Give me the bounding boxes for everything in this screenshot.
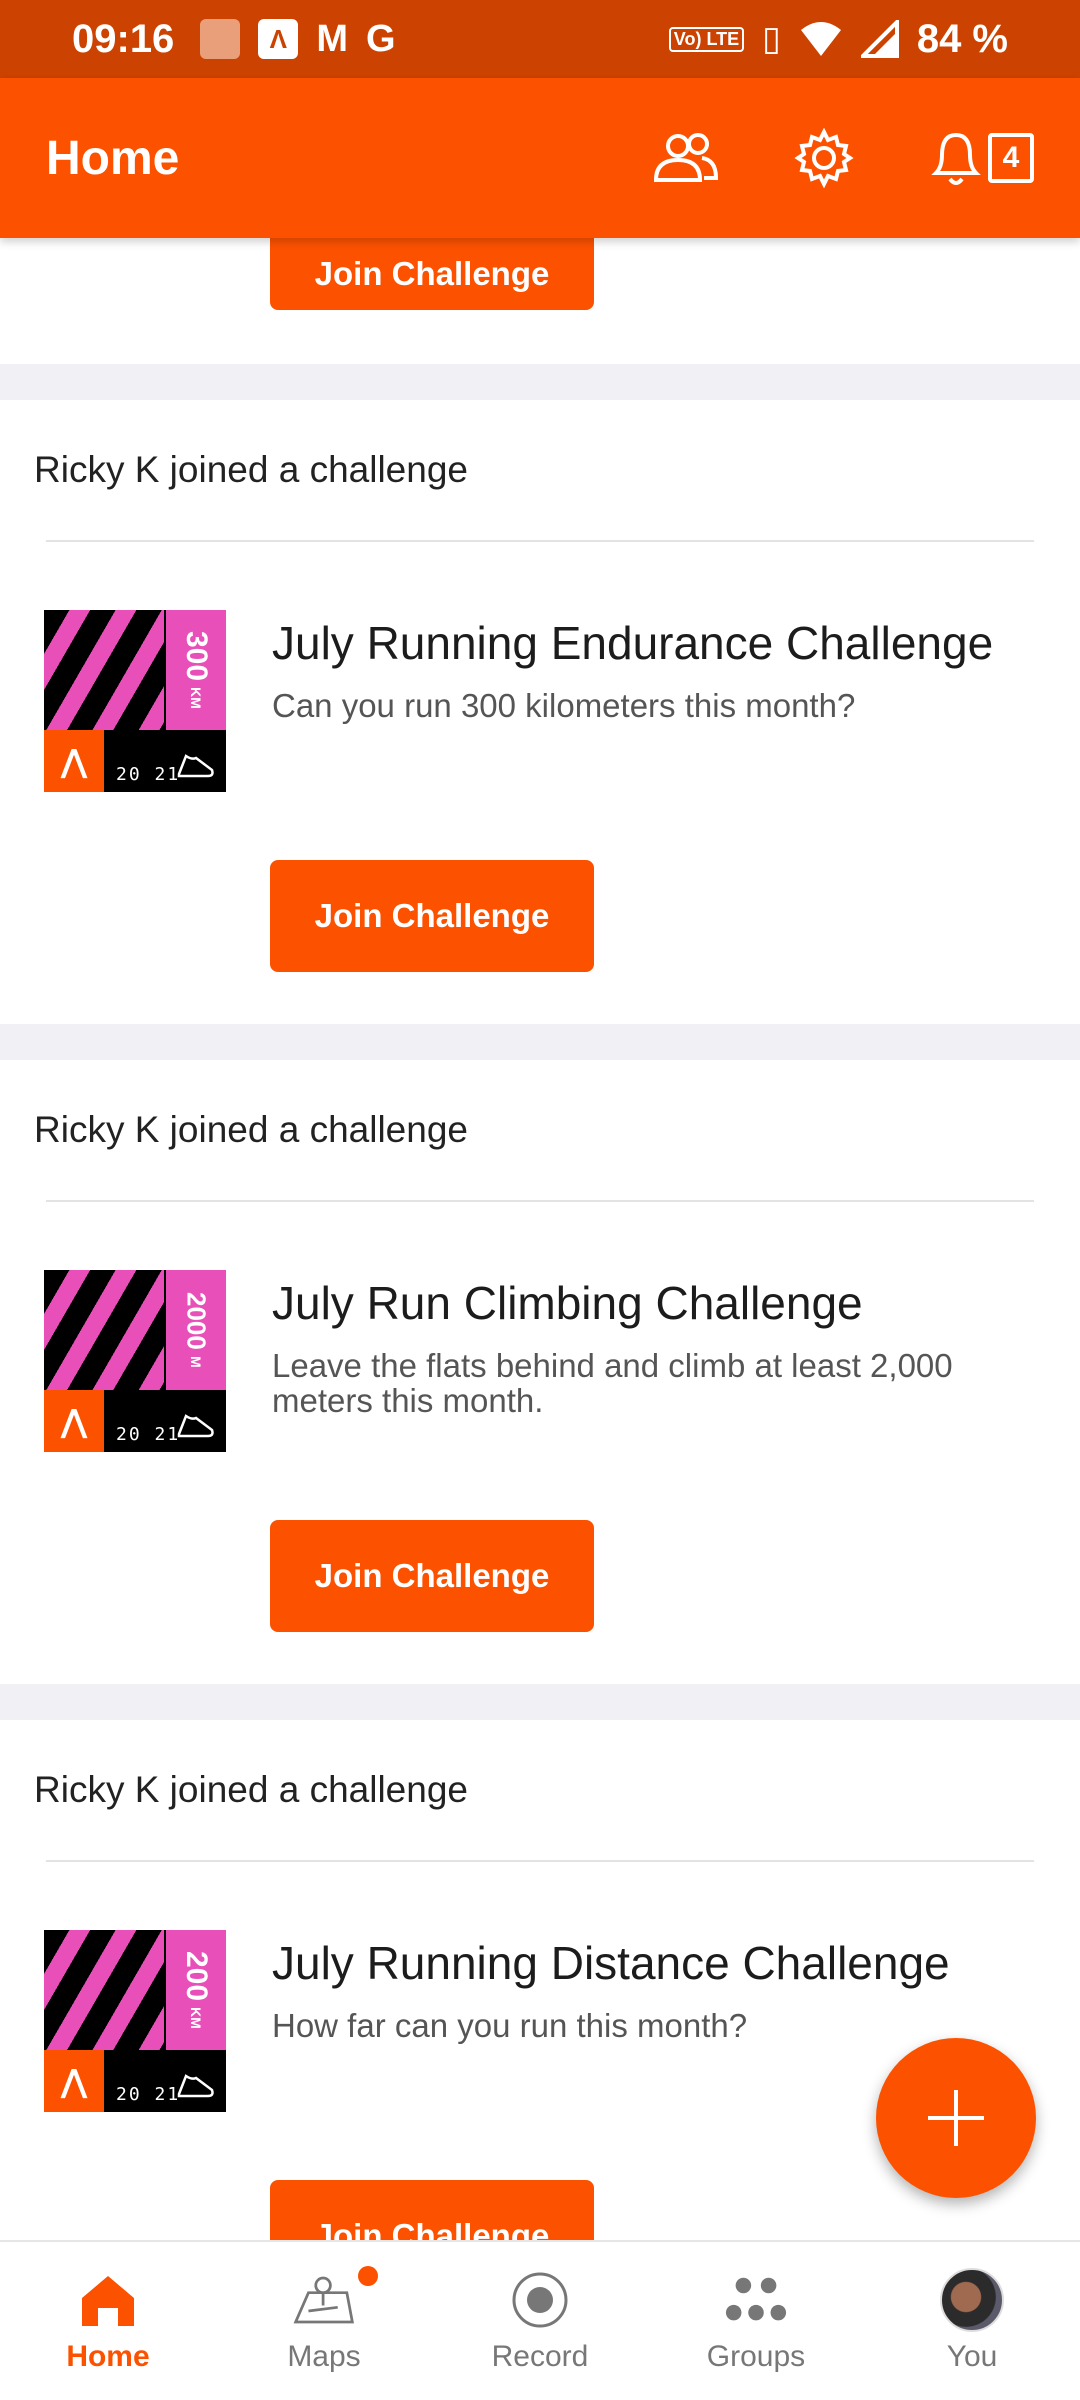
challenge-badge[interactable]: 2000 M ⋀ 20 21	[44, 1270, 226, 1452]
record-icon	[512, 2272, 568, 2328]
status-bar: 09:16 Λ M G Vo) LTE ▯ 84 %	[0, 0, 1080, 78]
nav-you[interactable]: You	[864, 2242, 1080, 2400]
badge-value: 2000	[181, 1292, 212, 1351]
clock: 09:16	[72, 16, 175, 61]
battery-level: 84 %	[916, 16, 1008, 61]
shoe-icon	[177, 754, 214, 778]
notifications-button[interactable]: 4	[928, 127, 1034, 189]
nav-groups[interactable]: Groups	[648, 2242, 864, 2400]
activity-feed[interactable]: Join Challenge Ricky K joined a challeng…	[0, 238, 1080, 2240]
strava-logo-icon: ⋀	[44, 730, 104, 792]
groups-icon	[725, 2277, 787, 2321]
badge-value: 300	[180, 631, 213, 682]
challenge-description: How far can you run this month?	[272, 2007, 748, 2045]
nav-label: Maps	[287, 2340, 361, 2373]
badge-value: 200	[180, 1951, 213, 2002]
notification-icons: Λ M G	[200, 17, 396, 61]
challenge-description: Leave the flats behind and climb at leas…	[272, 1347, 953, 1419]
google-icon: G	[365, 17, 396, 60]
stack-icon	[200, 19, 241, 59]
settings-button[interactable]	[790, 124, 858, 192]
friends-button[interactable]	[652, 124, 720, 192]
card-header: Ricky K joined a challenge	[34, 1109, 468, 1150]
wifi-icon	[800, 22, 841, 56]
plus-icon	[928, 2090, 984, 2146]
notification-count-badge: 4	[988, 133, 1034, 183]
nav-home[interactable]: Home	[0, 2242, 216, 2400]
nav-record[interactable]: Record	[432, 2242, 648, 2400]
nav-label: You	[946, 2340, 998, 2373]
challenge-title[interactable]: July Run Climbing Challenge	[272, 1276, 1040, 1331]
challenge-badge[interactable]: 300 KM ⋀ 20 21	[44, 610, 226, 792]
challenge-title[interactable]: July Running Endurance Challenge	[272, 616, 993, 671]
new-indicator-dot	[358, 2266, 378, 2286]
nav-maps[interactable]: Maps	[216, 2242, 432, 2400]
join-challenge-button[interactable]: Join Challenge	[270, 238, 594, 310]
join-challenge-button[interactable]: Join Challenge	[270, 860, 594, 972]
people-icon	[653, 133, 719, 182]
nav-label: Record	[491, 2340, 589, 2373]
bell-icon	[931, 132, 981, 185]
badge-unit: KM	[188, 2007, 204, 2029]
nav-label: Home	[66, 2340, 150, 2373]
card-header: Ricky K joined a challenge	[34, 1769, 468, 1810]
shoe-icon	[177, 2074, 214, 2098]
vibrate-icon: ▯	[762, 20, 781, 58]
badge-year: 20 21	[116, 1424, 181, 1445]
app-bar: Home 4	[0, 78, 1080, 238]
badge-unit: KM	[188, 687, 204, 709]
challenge-title[interactable]: July Running Distance Challenge	[272, 1936, 950, 1991]
strava-icon: Λ	[258, 19, 299, 59]
feed-card-partial: Join Challenge	[0, 238, 1080, 364]
gear-icon	[794, 128, 854, 188]
signal-icon	[860, 20, 899, 58]
feed-card: Ricky K joined a challenge 300 KM ⋀ 20 21…	[0, 400, 1080, 1024]
lte-icon: Vo) LTE	[668, 26, 745, 52]
challenge-description: Can you run 300 kilometers this month?	[272, 687, 856, 725]
shoe-icon	[177, 1414, 214, 1438]
strava-logo-icon: ⋀	[44, 1390, 104, 1452]
challenge-badge[interactable]: 200 KM ⋀ 20 21	[44, 1930, 226, 2112]
badge-year: 20 21	[116, 2084, 181, 2105]
strava-logo-icon: ⋀	[44, 2050, 104, 2112]
home-icon	[82, 2276, 134, 2326]
map-icon	[293, 2276, 354, 2324]
nav-label: Groups	[706, 2340, 806, 2373]
feed-card: Ricky K joined a challenge 2000 M ⋀ 20 21…	[0, 1060, 1080, 1684]
bottom-nav: Home Maps Record Groups You	[0, 2240, 1080, 2400]
add-button[interactable]	[876, 2038, 1036, 2198]
join-challenge-button[interactable]: Join Challenge	[270, 1520, 594, 1632]
card-header: Ricky K joined a challenge	[34, 449, 468, 490]
badge-unit: M	[188, 1356, 204, 1368]
join-challenge-button[interactable]: Join Challenge	[270, 2180, 594, 2240]
gmail-icon: M	[316, 17, 348, 60]
page-title: Home	[46, 131, 180, 185]
badge-year: 20 21	[116, 764, 181, 785]
avatar	[940, 2268, 1004, 2332]
